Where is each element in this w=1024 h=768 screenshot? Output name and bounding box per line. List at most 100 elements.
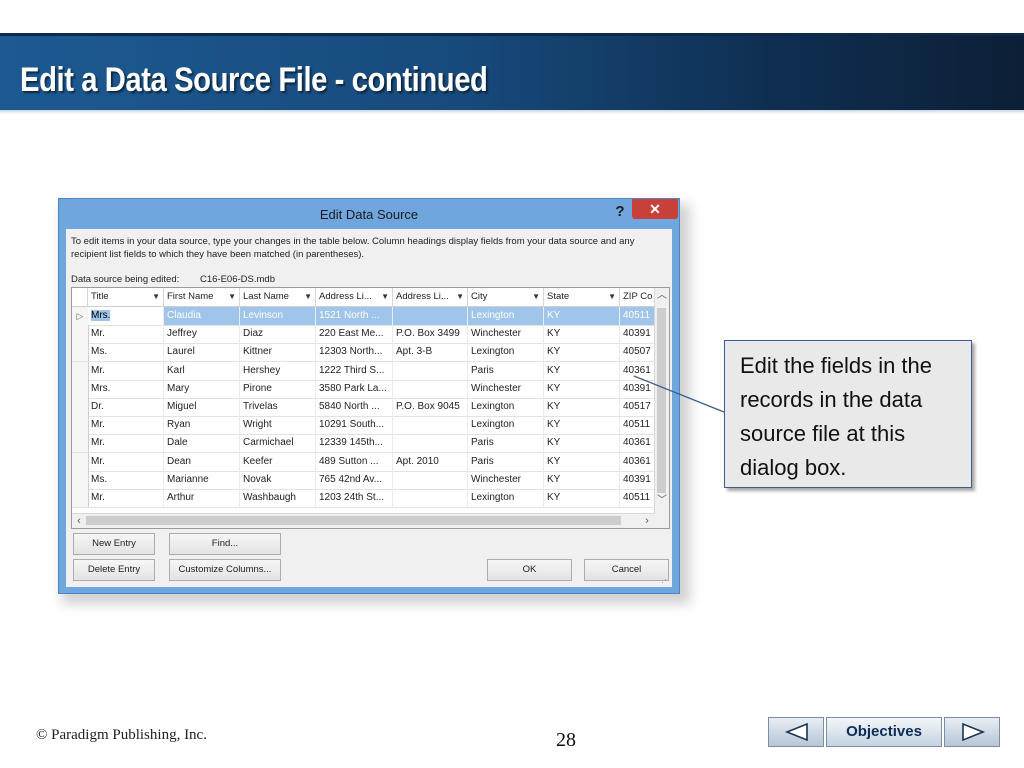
table-row[interactable]: Mrs. Mary Pirone 3580 Park La... Winchester K… [72,379,662,399]
table-cell[interactable]: KY [544,489,620,507]
table-cell[interactable]: Mr. [88,325,164,344]
table-cell[interactable]: 12303 North... [316,343,393,362]
table-cell[interactable]: Levinson [240,307,316,325]
table-cell[interactable]: Paris [468,361,544,380]
table-cell[interactable]: Paris [468,434,544,453]
horizontal-scrollbar[interactable]: ‹ › [72,513,655,528]
table-cell[interactable]: 40361 [620,452,656,471]
column-header[interactable]: Last Name ▼ [240,288,316,306]
column-header[interactable]: Address Li... ▼ [393,288,468,306]
table-cell[interactable]: Diaz [240,325,316,344]
table-cell[interactable]: Mary [164,379,240,398]
table-cell[interactable]: 12339 145th... [316,434,393,453]
column-header[interactable]: State ▼ [544,288,620,306]
table-cell[interactable]: Mr. [88,452,164,471]
table-cell[interactable]: Wright [240,416,316,435]
table-cell[interactable]: 1222 Third S... [316,361,393,380]
table-cell[interactable]: Dean [164,452,240,471]
table-row[interactable]: Mr. Karl Hershey 1222 Third S... Paris KY 4036… [72,361,662,381]
table-cell[interactable]: 5840 North ... [316,398,393,416]
table-cell[interactable]: Marianne [164,470,240,489]
row-selector[interactable] [72,361,89,380]
cancel-button[interactable]: Cancel [584,559,669,581]
table-cell[interactable]: 40361 [620,434,656,453]
table-row[interactable]: ▷ Mrs. Claudia Levinson 1521 North ... Lexing… [72,307,662,326]
dropdown-arrow-icon[interactable]: ▼ [381,288,389,306]
table-cell[interactable]: Kittner [240,343,316,362]
row-selector[interactable] [72,343,89,362]
dialog-titlebar[interactable]: Edit Data Source ? ✕ [59,199,679,229]
table-cell[interactable]: KY [544,343,620,362]
chevron-left-icon[interactable]: ‹ [72,514,86,528]
table-cell[interactable]: 40391 [620,325,656,344]
dropdown-arrow-icon[interactable]: ▼ [228,288,236,306]
table-cell[interactable]: Miguel [164,398,240,416]
table-cell[interactable]: 40391 [620,470,656,489]
table-cell[interactable]: Paris [468,452,544,471]
row-selector[interactable] [72,325,89,344]
table-cell[interactable]: Lexington [468,307,544,325]
table-cell[interactable]: 40511 [620,307,656,325]
table-row[interactable]: Ms. Laurel Kittner 12303 North... Apt. 3-B Le… [72,343,662,363]
table-cell[interactable] [393,416,468,435]
table-cell[interactable]: Winchester [468,379,544,398]
records-grid[interactable]: Title ▼ First Name ▼ Last Name ▼ Address Li… [71,287,670,529]
table-cell[interactable]: Novak [240,470,316,489]
table-cell[interactable]: Winchester [468,470,544,489]
dropdown-arrow-icon[interactable]: ▼ [532,288,540,306]
table-cell[interactable]: Karl [164,361,240,380]
table-cell[interactable] [393,379,468,398]
table-cell[interactable]: Mr. [88,416,164,435]
table-cell[interactable] [393,470,468,489]
objectives-button[interactable]: Objectives [826,717,942,747]
table-cell[interactable]: KY [544,434,620,453]
table-row[interactable]: Mr. Dean Keefer 489 Sutton ... Apt. 2010 Pari… [72,452,662,472]
column-header[interactable]: First Name ▼ [164,288,240,306]
table-row[interactable]: Mr. Ryan Wright 10291 South... Lexington KY 40… [72,416,662,436]
table-row[interactable]: Mr. Arthur Washbaugh 1203 24th St... Lexingt… [72,489,662,508]
find-button[interactable]: Find... [169,533,281,555]
table-cell[interactable]: Dale [164,434,240,453]
ok-button[interactable]: OK [487,559,572,581]
column-header[interactable]: City ▼ [468,288,544,306]
dropdown-arrow-icon[interactable]: ▼ [304,288,312,306]
table-cell[interactable]: 220 East Me... [316,325,393,344]
table-cell[interactable]: Keefer [240,452,316,471]
table-cell[interactable]: 40507 [620,343,656,362]
next-slide-button[interactable] [944,717,1000,747]
table-cell[interactable]: 40391 [620,379,656,398]
delete-entry-button[interactable]: Delete Entry [73,559,155,581]
dropdown-arrow-icon[interactable]: ▼ [152,288,160,306]
row-selector[interactable] [72,470,89,489]
table-cell[interactable]: Apt. 2010 [393,452,468,471]
table-cell[interactable]: Mrs. [88,379,164,398]
table-cell[interactable]: Carmichael [240,434,316,453]
table-cell[interactable]: P.O. Box 3499 [393,325,468,344]
table-cell[interactable]: 3580 Park La... [316,379,393,398]
table-cell[interactable]: KY [544,398,620,416]
table-cell[interactable]: Arthur [164,489,240,507]
table-cell[interactable]: Laurel [164,343,240,362]
table-cell[interactable]: Claudia [164,307,240,325]
vertical-scrollbar[interactable]: ︿ ﹀ [654,288,669,528]
table-cell[interactable]: Mrs. [88,307,164,325]
table-cell[interactable] [393,489,468,507]
table-cell[interactable]: Apt. 3-B [393,343,468,362]
table-cell[interactable]: KY [544,325,620,344]
table-cell[interactable]: Trivelas [240,398,316,416]
table-cell[interactable]: Lexington [468,343,544,362]
table-cell[interactable]: KY [544,452,620,471]
table-cell[interactable]: 40511 [620,489,656,507]
table-cell[interactable]: KY [544,379,620,398]
row-selector[interactable] [72,379,89,398]
table-cell[interactable]: Mr. [88,489,164,507]
table-cell[interactable]: P.O. Box 9045 [393,398,468,416]
table-cell[interactable]: Lexington [468,416,544,435]
table-cell[interactable]: 489 Sutton ... [316,452,393,471]
column-header[interactable]: ZIP Co [620,288,656,306]
table-cell[interactable]: KY [544,416,620,435]
table-cell[interactable]: Washbaugh [240,489,316,507]
table-row[interactable]: Dr. Miguel Trivelas 5840 North ... P.O. Box … [72,398,662,417]
table-cell[interactable]: Lexington [468,398,544,416]
table-cell[interactable]: 10291 South... [316,416,393,435]
